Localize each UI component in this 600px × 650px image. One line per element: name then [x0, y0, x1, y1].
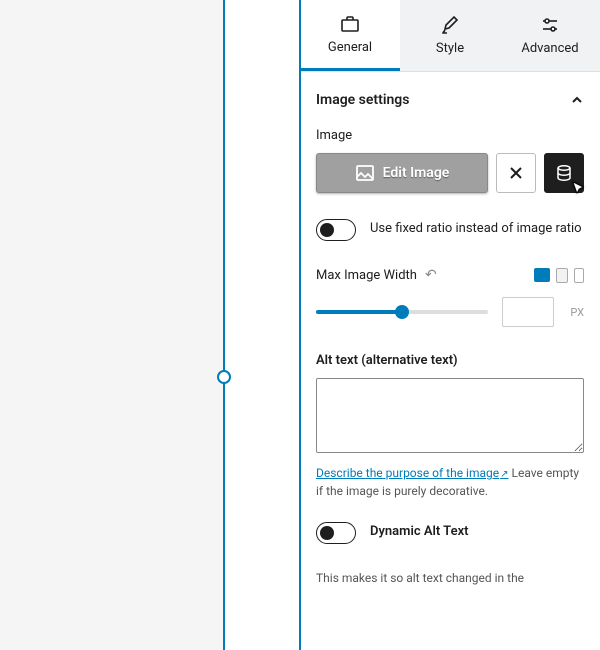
desktop-icon[interactable] — [534, 268, 550, 282]
sliders-icon — [540, 15, 560, 35]
max-width-input[interactable] — [502, 297, 554, 327]
alt-text-label: Alt text (alternative text) — [316, 353, 584, 368]
alt-text-input[interactable] — [316, 378, 584, 453]
cursor-icon — [571, 180, 587, 196]
max-width-slider[interactable] — [316, 302, 488, 322]
section-header-image-settings[interactable]: Image settings — [316, 86, 584, 122]
selection-outline — [223, 0, 301, 650]
database-icon — [555, 164, 573, 182]
settings-sidebar: General Style Advanced Image settings — [300, 0, 600, 650]
responsive-controls — [534, 268, 584, 283]
dynamic-alt-helper: This makes it so alt text changed in the — [316, 570, 584, 587]
dynamic-data-button[interactable] — [544, 153, 584, 193]
tab-style[interactable]: Style — [400, 0, 500, 71]
fixed-ratio-label: Use fixed ratio instead of image ratio — [370, 219, 582, 238]
tab-label: Advanced — [521, 41, 578, 56]
tab-label: General — [328, 40, 372, 55]
reset-icon[interactable]: ↶ — [425, 267, 437, 283]
tab-general[interactable]: General — [300, 0, 400, 71]
edit-image-label: Edit Image — [383, 165, 450, 181]
resize-handle-left[interactable] — [217, 370, 231, 384]
alt-helper-text: Describe the purpose of the image↗ Leave… — [316, 465, 584, 500]
editor-canvas[interactable] — [0, 0, 300, 650]
close-icon — [508, 165, 524, 181]
tab-advanced[interactable]: Advanced — [500, 0, 600, 71]
alt-help-link[interactable]: Describe the purpose of the image↗ — [316, 466, 509, 480]
briefcase-icon — [340, 14, 360, 34]
unit-label: PX — [570, 306, 584, 319]
mobile-icon[interactable] — [574, 268, 584, 283]
max-width-label: Max Image Width — [316, 268, 417, 283]
fixed-ratio-toggle[interactable] — [316, 219, 356, 241]
external-link-icon: ↗ — [500, 469, 508, 480]
dynamic-alt-label: Dynamic Alt Text — [370, 522, 469, 541]
settings-tabs: General Style Advanced — [300, 0, 600, 72]
selected-block[interactable] — [224, 0, 299, 650]
section-title: Image settings — [316, 92, 409, 108]
image-field-label: Image — [316, 128, 584, 143]
dynamic-alt-toggle[interactable] — [316, 522, 356, 544]
clear-image-button[interactable] — [496, 153, 536, 193]
image-icon — [355, 164, 375, 182]
brush-icon — [440, 15, 460, 35]
chevron-up-icon — [570, 93, 584, 107]
tab-label: Style — [436, 41, 464, 56]
tablet-icon[interactable] — [556, 268, 568, 283]
edit-image-button[interactable]: Edit Image — [316, 153, 488, 193]
